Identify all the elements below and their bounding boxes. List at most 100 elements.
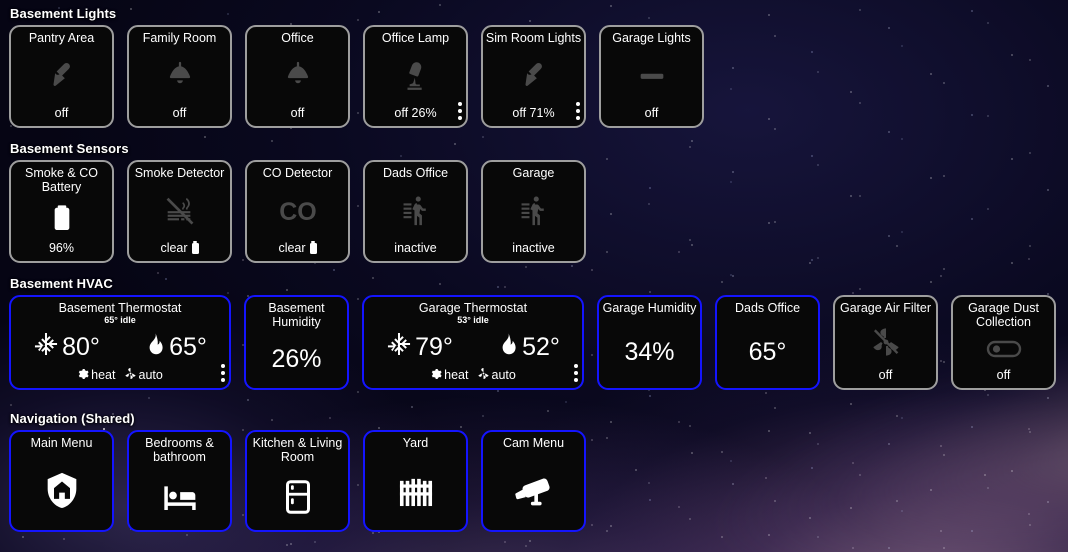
- fan-icon: [124, 367, 137, 383]
- sensor-card-dads-office-temperature[interactable]: Dads Office 65°: [715, 295, 820, 390]
- card-title: Garage Air Filter: [840, 301, 932, 315]
- section-basement-lights: Basement Lights Pantry Area off Family R…: [0, 6, 1068, 128]
- light-card-pantry-area[interactable]: Pantry Area off: [9, 25, 114, 128]
- light-card-family-room[interactable]: Family Room off: [127, 25, 232, 128]
- heat-temp-value: 52°: [522, 332, 560, 361]
- flame-icon: [142, 331, 166, 362]
- sensor-card-smoke-detector[interactable]: Smoke Detector clear: [127, 160, 232, 263]
- basement-sensors-row: Smoke & CO Battery 96% Smoke Detector cl…: [9, 160, 1068, 263]
- card-state: clear: [278, 240, 317, 255]
- sensor-card-garage-humidity[interactable]: Garage Humidity 34%: [597, 295, 702, 390]
- thermostat-modes: heat auto: [430, 367, 516, 383]
- ceiling-light-icon: [129, 46, 230, 107]
- temperature-value: 65°: [748, 337, 787, 366]
- card-title: Kitchen & Living Room: [252, 436, 343, 464]
- section-title-basement-hvac: Basement HVAC: [10, 276, 113, 291]
- hvac-mode-label: heat: [91, 368, 116, 382]
- switch-card-garage-air-filter[interactable]: Garage Air Filter off: [833, 295, 938, 390]
- fridge-icon: [247, 464, 348, 530]
- nav-card-cam-menu[interactable]: Cam Menu: [481, 430, 586, 532]
- card-title: Bedrooms & bathroom: [145, 436, 214, 464]
- thermostat-subtitle: 53° idle: [457, 315, 489, 325]
- more-options-icon[interactable]: [576, 102, 580, 120]
- thermostat-title: Basement Thermostat: [58, 301, 182, 315]
- more-options-icon[interactable]: [221, 364, 225, 382]
- basement-lights-row: Pantry Area off Family Room off Office o…: [9, 25, 1068, 128]
- ceiling-light-icon: [247, 46, 348, 107]
- card-title: Garage Dust Collection: [968, 301, 1039, 329]
- dashboard-root: Basement Lights Pantry Area off Family R…: [0, 0, 1068, 552]
- more-options-icon[interactable]: [458, 102, 462, 120]
- nav-card-bedrooms-bathroom[interactable]: Bedrooms & bathroom: [127, 430, 232, 532]
- more-options-icon[interactable]: [574, 364, 578, 382]
- nav-card-yard[interactable]: Yard: [363, 430, 468, 532]
- cool-temp-value: 79°: [415, 332, 453, 361]
- fan-mode-label: auto: [138, 368, 163, 382]
- navigation-row: Main Menu Bedrooms & bathroom Kitchen & …: [9, 430, 1068, 532]
- card-title: Smoke & CO Battery: [25, 166, 98, 194]
- basement-hvac-row: Basement Thermostat 65° idle 80° 65° hea…: [9, 295, 1068, 390]
- card-title: Cam Menu: [502, 436, 565, 450]
- nav-card-main-menu[interactable]: Main Menu: [9, 430, 114, 532]
- light-card-office-lamp[interactable]: Office Lamp off 26%: [363, 25, 468, 128]
- desk-lamp-icon: [365, 46, 466, 107]
- cool-setpoint: 80°: [33, 331, 100, 362]
- gear-icon: [77, 368, 89, 383]
- sensor-card-basement-humidity[interactable]: Basement Humidity 26%: [244, 295, 349, 390]
- battery-indicator-icon: [191, 240, 199, 254]
- light-card-office[interactable]: Office off: [245, 25, 350, 128]
- battery-icon: [11, 194, 112, 241]
- section-navigation-shared: Navigation (Shared) Main Menu Bedrooms &…: [0, 411, 1068, 532]
- sensor-card-co-detector[interactable]: CO Detector CO clear: [245, 160, 350, 263]
- thermostat-title: Garage Thermostat: [418, 301, 528, 315]
- thermostat-setpoints: 79° 52°: [368, 331, 578, 362]
- card-title: Office: [281, 31, 314, 45]
- fan-mode-label: auto: [491, 368, 516, 382]
- card-title: Pantry Area: [28, 31, 95, 45]
- snowflake-icon: [33, 331, 59, 362]
- sensor-card-smoke-co-battery[interactable]: Smoke & CO Battery 96%: [9, 160, 114, 263]
- card-state: off: [172, 106, 187, 120]
- section-title-basement-lights: Basement Lights: [10, 6, 117, 21]
- section-basement-hvac: Basement HVAC Basement Thermostat 65° id…: [0, 276, 1068, 390]
- card-state: off: [290, 106, 305, 120]
- thermostat-card-garage[interactable]: Garage Thermostat 53° idle 79° 52° heat …: [362, 295, 584, 390]
- card-title: Garage: [512, 166, 555, 180]
- fan-icon: [477, 367, 490, 383]
- bed-icon: [129, 464, 230, 530]
- thermostat-modes: heat auto: [77, 367, 163, 383]
- card-state: clear: [160, 240, 199, 255]
- card-title: Office Lamp: [381, 31, 450, 45]
- card-title: Family Room: [142, 31, 217, 45]
- thermostat-setpoints: 80° 65°: [15, 331, 225, 362]
- shield-home-icon: [11, 451, 112, 531]
- sensor-card-garage-motion[interactable]: Garage inactive: [481, 160, 586, 263]
- light-strip-icon: [601, 46, 702, 107]
- cctv-icon: [483, 451, 584, 531]
- toggle-off-icon: [953, 329, 1054, 368]
- nav-card-kitchen-living-room[interactable]: Kitchen & Living Room: [245, 430, 350, 532]
- fence-icon: [365, 451, 466, 531]
- flame-icon: [495, 331, 519, 362]
- cool-temp-value: 80°: [62, 332, 100, 361]
- motion-sensor-icon: [365, 181, 466, 242]
- light-card-sim-room-lights[interactable]: Sim Room Lights off 71%: [481, 25, 586, 128]
- card-title: Main Menu: [30, 436, 93, 450]
- switch-card-garage-dust-collection[interactable]: Garage Dust Collection off: [951, 295, 1056, 390]
- card-title: Sim Room Lights: [485, 31, 582, 45]
- card-state: off: [878, 368, 893, 382]
- thermostat-card-basement[interactable]: Basement Thermostat 65° idle 80° 65° hea…: [9, 295, 231, 390]
- battery-indicator-icon: [309, 240, 317, 254]
- spotlight-icon: [11, 46, 112, 107]
- light-card-garage-lights[interactable]: Garage Lights off: [599, 25, 704, 128]
- card-title: Dads Office: [734, 301, 801, 315]
- gear-icon: [430, 368, 442, 383]
- section-title-navigation-shared: Navigation (Shared): [10, 411, 135, 426]
- card-state: inactive: [394, 241, 437, 255]
- sensor-card-dads-office-motion[interactable]: Dads Office inactive: [363, 160, 468, 263]
- humidity-value: 26%: [271, 344, 322, 373]
- motion-sensor-icon: [483, 181, 584, 242]
- card-state: off: [644, 106, 659, 120]
- heat-temp-value: 65°: [169, 332, 207, 361]
- fan-mode: auto: [477, 367, 516, 383]
